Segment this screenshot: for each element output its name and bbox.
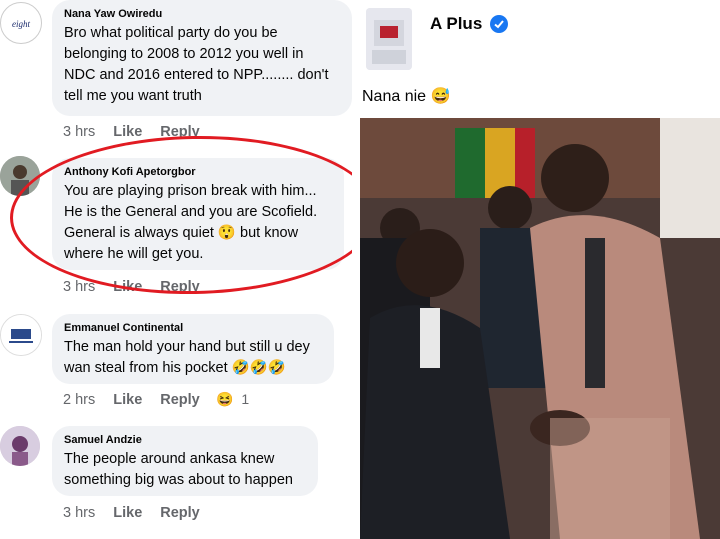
haha-reaction-icon: 😆	[216, 391, 234, 407]
post-panel: A Plus Nana nie 😅	[360, 0, 720, 539]
comment-time[interactable]: 3 hrs	[63, 505, 95, 521]
comment-time[interactable]: 3 hrs	[63, 124, 95, 140]
comments-panel: eight Nana Yaw Owiredu Bro what politica…	[0, 0, 380, 539]
reaction-count[interactable]: 😆 1	[216, 391, 249, 408]
reply-button[interactable]: Reply	[160, 392, 200, 408]
comment-bubble: Samuel Andzie The people around ankasa k…	[52, 426, 318, 496]
comment-text: Bro what political party do you be belon…	[64, 25, 329, 104]
post-caption: Nana nie 😅	[362, 88, 451, 105]
post-photo[interactable]	[360, 118, 720, 539]
comment-author[interactable]: Samuel Andzie	[64, 434, 306, 446]
comment-bubble: Emmanuel Continental The man hold your h…	[52, 314, 334, 384]
comment-meta: 2 hrs Like Reply	[63, 392, 218, 408]
comment-author[interactable]: Nana Yaw Owiredu	[64, 8, 340, 20]
comment-bubble: Nana Yaw Owiredu Bro what political part…	[52, 0, 352, 116]
reply-button[interactable]: Reply	[160, 505, 200, 521]
post-author[interactable]: A Plus	[430, 14, 482, 34]
reaction-number: 1	[241, 391, 250, 407]
avatar[interactable]	[366, 8, 412, 70]
avatar[interactable]	[0, 426, 40, 466]
red-circle-highlight	[8, 132, 380, 298]
svg-text:eight: eight	[12, 19, 30, 29]
like-button[interactable]: Like	[113, 124, 142, 140]
comment-meta: 3 hrs Like Reply	[63, 505, 218, 521]
divider	[352, 0, 360, 539]
verified-badge-icon	[490, 15, 508, 33]
like-button[interactable]: Like	[113, 392, 142, 408]
like-button[interactable]: Like	[113, 505, 142, 521]
comment-text: The man hold your hand but still u dey w…	[64, 339, 310, 376]
avatar[interactable]: eight	[0, 2, 42, 44]
avatar[interactable]	[0, 314, 42, 356]
comment-time[interactable]: 2 hrs	[63, 392, 95, 408]
comment-author[interactable]: Emmanuel Continental	[64, 322, 322, 334]
comment-text: The people around ankasa knew something …	[64, 451, 293, 488]
